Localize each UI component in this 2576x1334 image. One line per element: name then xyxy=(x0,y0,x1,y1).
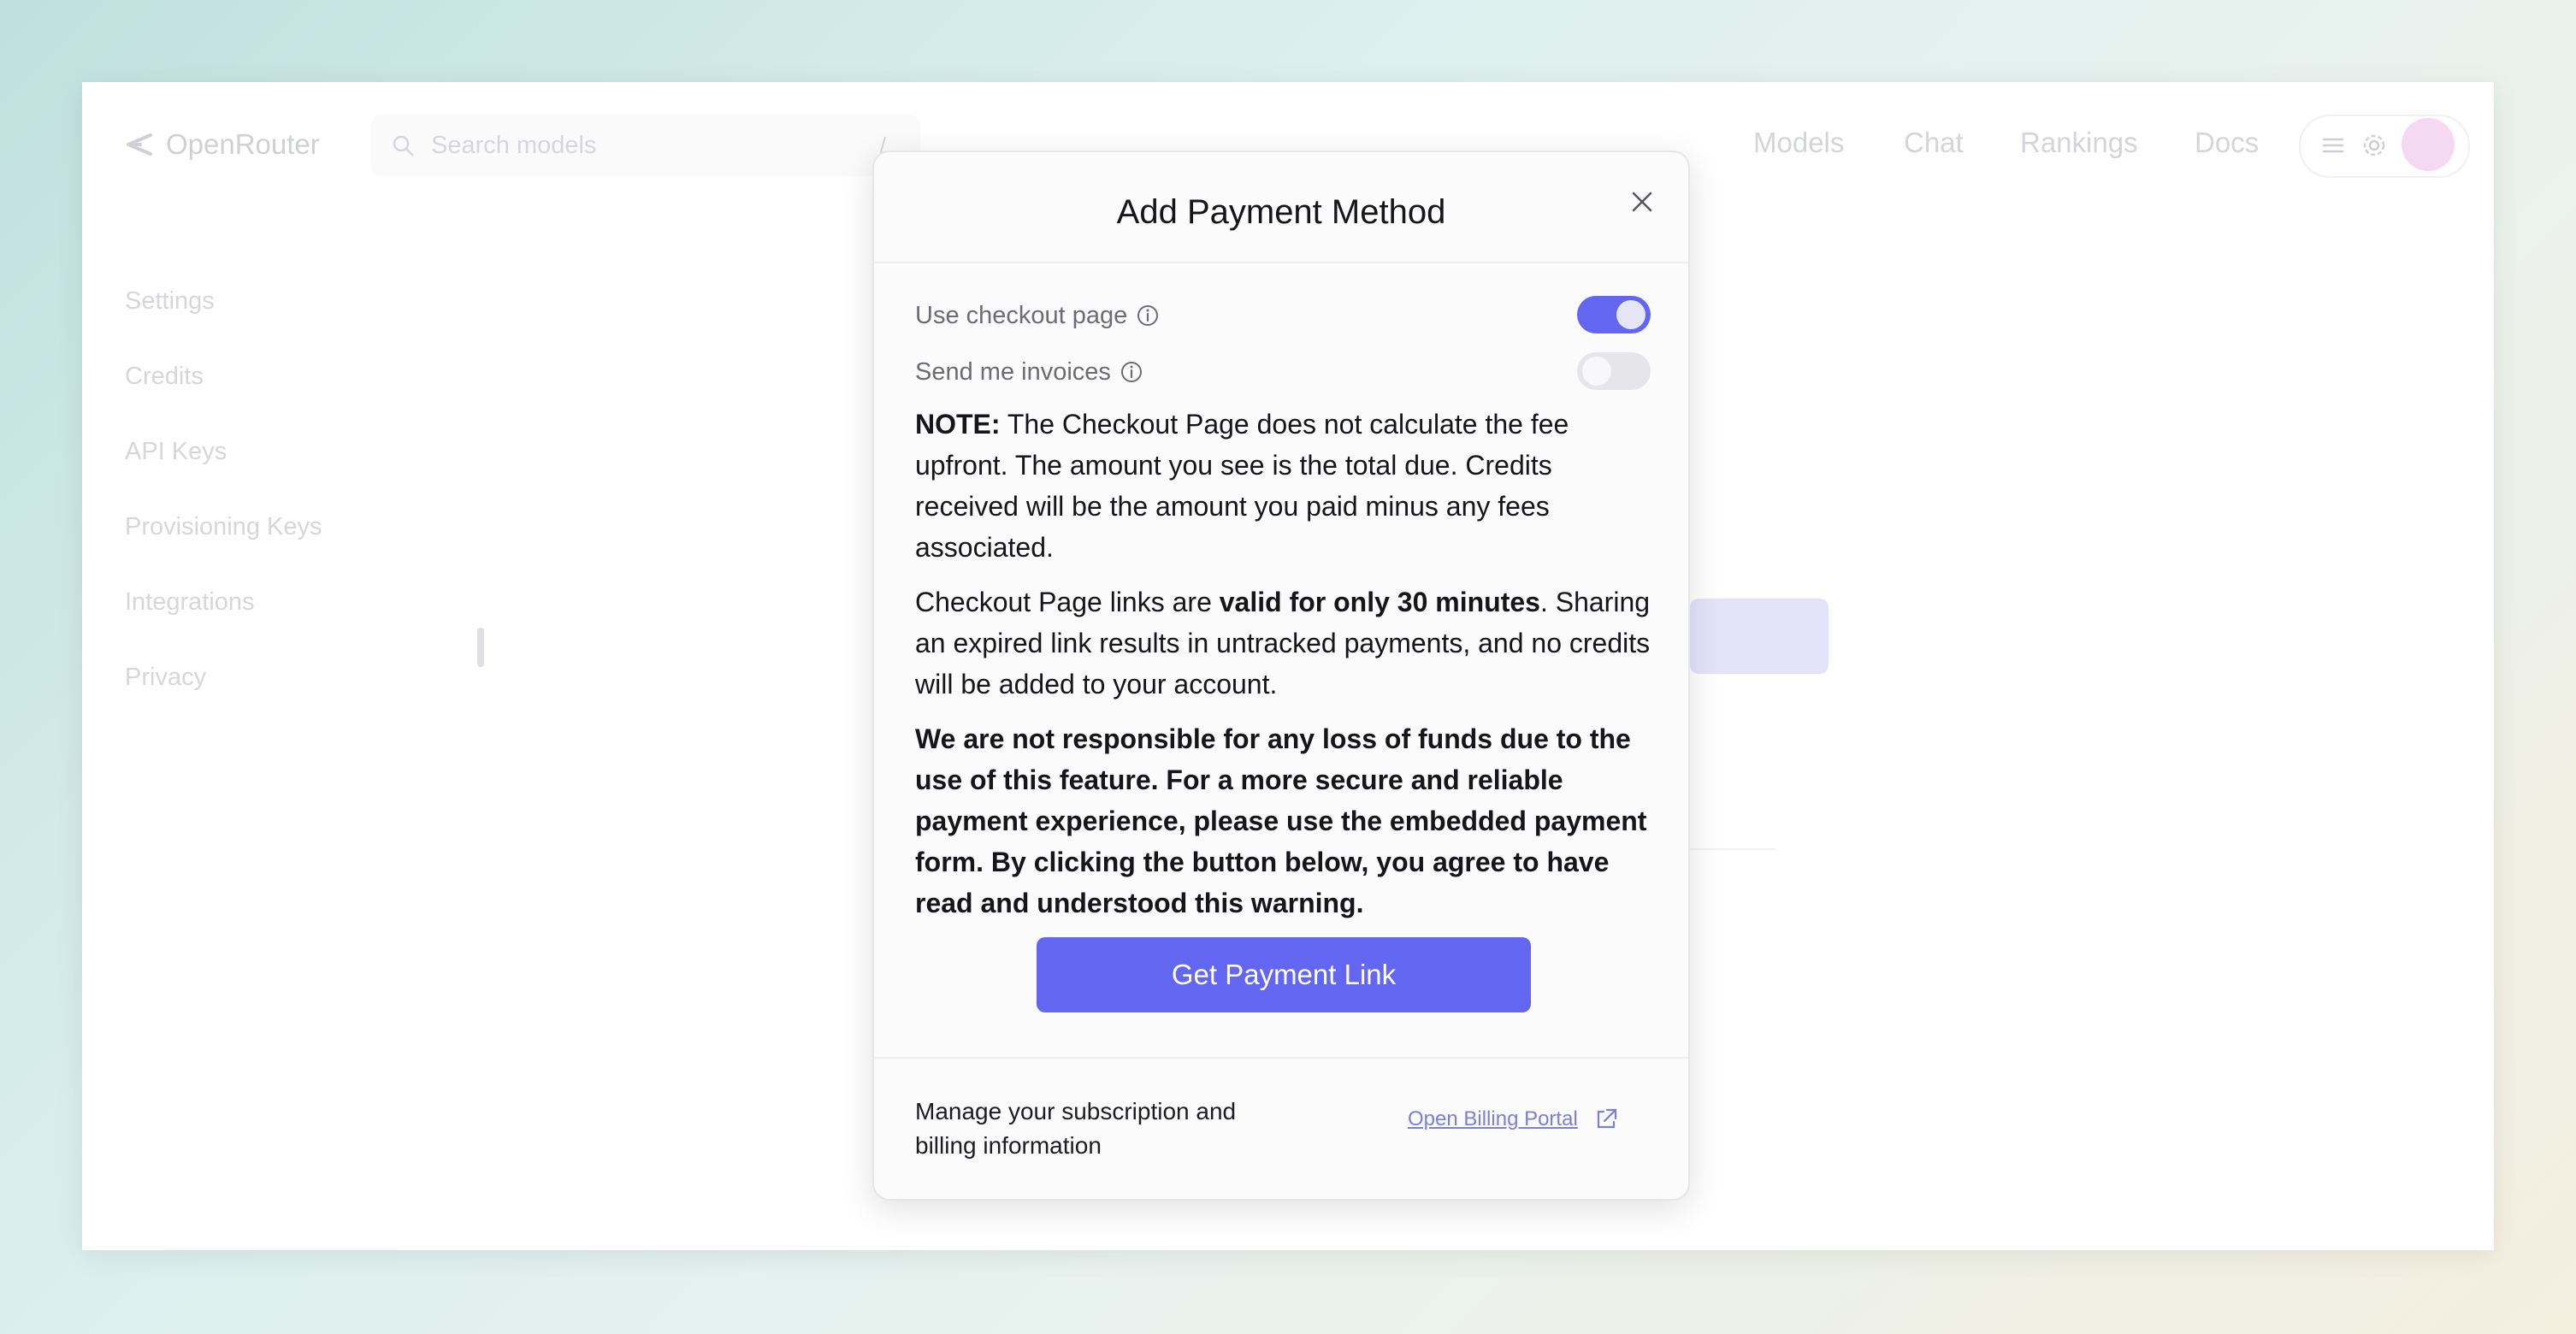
validity-bold: valid for only 30 minutes xyxy=(1219,587,1540,617)
header-divider xyxy=(874,262,1688,263)
background-divider xyxy=(1690,848,1775,850)
nav-chat[interactable]: Chat xyxy=(1904,127,1964,159)
send-invoices-row: Send me invoices xyxy=(915,352,1651,392)
logo[interactable]: OpenRouter xyxy=(125,128,320,161)
app-name: OpenRouter xyxy=(166,128,320,160)
sidebar-item-credits[interactable]: Credits xyxy=(125,363,204,391)
sidebar-item-settings[interactable]: Settings xyxy=(125,287,215,316)
liability-warning: We are not responsible for any loss of f… xyxy=(915,718,1656,924)
toggle-knob xyxy=(1582,357,1611,386)
checkout-page-toggle[interactable] xyxy=(1577,296,1651,334)
portal-link-label: Open Billing Portal xyxy=(1408,1107,1578,1130)
billing-info-text: Manage your subscription and billing inf… xyxy=(915,1098,1237,1159)
info-icon[interactable] xyxy=(1136,304,1160,328)
external-link-icon xyxy=(1597,1108,1616,1129)
send-invoices-toggle[interactable] xyxy=(1577,352,1651,390)
toggle-knob xyxy=(1616,300,1645,329)
warning-text: We are not responsible for any loss of f… xyxy=(915,723,1647,918)
avatar[interactable] xyxy=(2402,118,2455,171)
close-icon[interactable] xyxy=(1627,186,1657,217)
open-billing-portal-link[interactable]: Open Billing Portal xyxy=(1408,1107,1619,1132)
search-icon xyxy=(393,135,414,156)
search-input[interactable]: Search models / xyxy=(371,115,920,176)
search-placeholder: Search models xyxy=(431,131,597,159)
background-button xyxy=(1690,599,1829,674)
gear-icon xyxy=(2363,134,2385,156)
validity-note: Checkout Page links are valid for only 3… xyxy=(915,581,1656,705)
checkout-page-label: Use checkout page xyxy=(915,301,1128,329)
openrouter-logo-icon xyxy=(127,133,152,156)
fee-note: NOTE: The Checkout Page does not calcula… xyxy=(915,404,1656,568)
note-lead: NOTE: xyxy=(915,409,1001,440)
nav-docs[interactable]: Docs xyxy=(2195,127,2259,159)
menu-icon xyxy=(2322,138,2344,153)
info-icon[interactable] xyxy=(1120,360,1143,384)
user-menu[interactable] xyxy=(2299,115,2470,178)
note-text: The Checkout Page does not calculate the… xyxy=(915,409,1569,563)
nav-models[interactable]: Models xyxy=(1753,127,1844,159)
sidebar-item-api-keys[interactable]: API Keys xyxy=(125,438,227,466)
footer-divider xyxy=(874,1057,1688,1059)
validity-pre: Checkout Page links are xyxy=(915,587,1220,617)
sidebar-item-privacy[interactable]: Privacy xyxy=(125,664,206,692)
dialog-title: Add Payment Method xyxy=(1116,193,1446,231)
nav-rankings[interactable]: Rankings xyxy=(2020,127,2138,159)
get-payment-link-button[interactable]: Get Payment Link xyxy=(1037,937,1531,1012)
checkout-page-row: Use checkout page xyxy=(915,296,1651,335)
sidebar-item-integrations[interactable]: Integrations xyxy=(125,588,255,617)
add-payment-method-dialog: Add Payment Method Use checkout page Sen… xyxy=(872,151,1690,1201)
send-invoices-label: Send me invoices xyxy=(915,357,1111,386)
sidebar-item-provisioning-keys[interactable]: Provisioning Keys xyxy=(125,513,322,541)
scroll-handle[interactable] xyxy=(477,628,484,667)
